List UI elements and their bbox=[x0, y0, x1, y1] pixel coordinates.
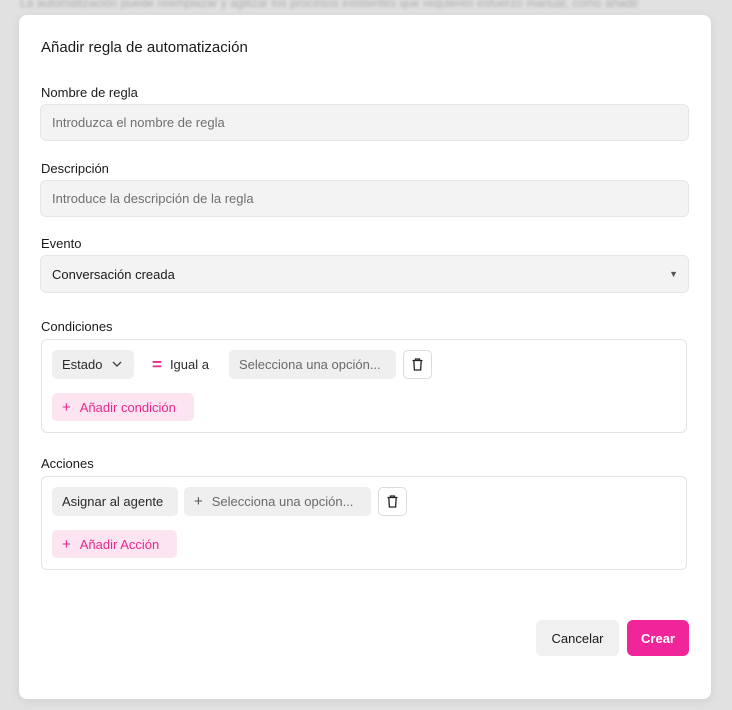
rule-name-input[interactable] bbox=[40, 104, 689, 141]
add-automation-rule-modal: Añadir regla de automatización Nombre de… bbox=[19, 15, 711, 699]
conditions-box: Estado = Igual a Selecciona una opción..… bbox=[41, 339, 687, 433]
rule-name-label: Nombre de regla bbox=[41, 85, 138, 100]
conditions-label: Condiciones bbox=[41, 319, 113, 334]
description-label: Descripción bbox=[41, 161, 109, 176]
action-type-label: Asignar al agente bbox=[62, 494, 164, 509]
description-input[interactable] bbox=[40, 180, 689, 217]
add-action-label: Añadir Acción bbox=[79, 536, 160, 552]
trash-icon bbox=[387, 495, 398, 508]
event-selected-value: Conversación creada bbox=[52, 266, 175, 282]
plus-icon: + bbox=[62, 398, 71, 416]
condition-value-select[interactable]: Selecciona una opción... bbox=[229, 350, 396, 379]
add-condition-label: Añadir condición bbox=[79, 399, 176, 415]
action-value-select[interactable]: + Selecciona una opción... bbox=[184, 487, 371, 516]
background-text: La automatización puede reemplazar y agi… bbox=[20, 0, 639, 10]
condition-value-placeholder: Selecciona una opción... bbox=[239, 357, 381, 372]
create-button[interactable]: Crear bbox=[627, 620, 689, 656]
chevron-down-icon bbox=[112, 359, 122, 370]
condition-operator[interactable]: = Igual a bbox=[152, 350, 209, 379]
condition-operator-label: Igual a bbox=[169, 357, 209, 372]
delete-action-button[interactable] bbox=[378, 487, 407, 516]
modal-title: Añadir regla de automatización bbox=[41, 39, 248, 56]
action-type-select[interactable]: Asignar al agente bbox=[52, 487, 178, 516]
add-condition-button[interactable]: + Añadir condición bbox=[52, 393, 194, 421]
equals-icon: = bbox=[152, 355, 162, 374]
condition-attribute-select[interactable]: Estado bbox=[52, 350, 134, 379]
caret-down-icon: ▼ bbox=[669, 269, 678, 279]
actions-box: Asignar al agente + Selecciona una opció… bbox=[41, 476, 687, 570]
trash-icon bbox=[412, 358, 423, 371]
plus-icon: + bbox=[62, 535, 71, 553]
add-action-button[interactable]: + Añadir Acción bbox=[52, 530, 177, 558]
cancel-button[interactable]: Cancelar bbox=[536, 620, 619, 656]
action-value-placeholder: Selecciona una opción... bbox=[211, 494, 354, 509]
actions-label: Acciones bbox=[41, 456, 94, 471]
plus-icon: + bbox=[194, 493, 203, 510]
delete-condition-button[interactable] bbox=[403, 350, 432, 379]
event-label: Evento bbox=[41, 236, 82, 251]
condition-attribute-label: Estado bbox=[62, 357, 103, 372]
event-select[interactable]: Conversación creada ▼ bbox=[40, 255, 689, 293]
